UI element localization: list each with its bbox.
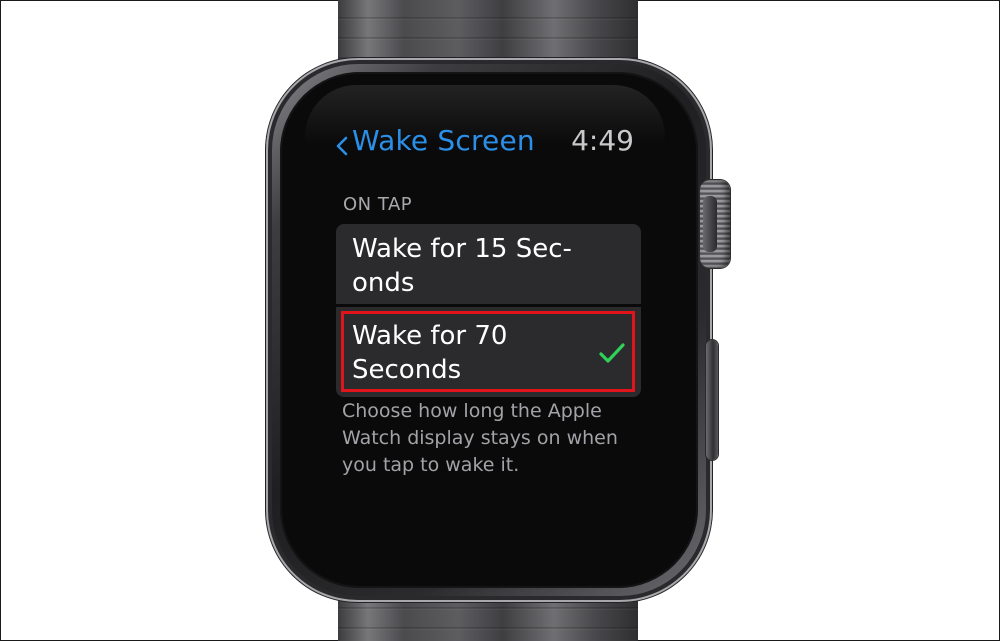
- digital-crown-cap: [703, 196, 717, 252]
- section-header: ON TAP: [343, 194, 413, 215]
- watch-screen: Wake Screen 4:49 ON TAP Wake for 15 Sec-…: [300, 100, 680, 560]
- clock-time: 4:49: [571, 124, 634, 157]
- option-label: Wake for 15 Sec- onds: [352, 234, 572, 298]
- nav-bar: Wake Screen 4:49: [300, 100, 680, 196]
- option-wake-15-seconds[interactable]: Wake for 15 Sec- onds: [336, 224, 641, 304]
- side-button[interactable]: [706, 340, 718, 460]
- chevron-left-icon[interactable]: [335, 136, 349, 156]
- back-button-title[interactable]: Wake Screen: [352, 124, 535, 157]
- selection-highlight-box: [341, 311, 635, 392]
- option-description: Choose how long the Apple Watch display …: [342, 400, 618, 476]
